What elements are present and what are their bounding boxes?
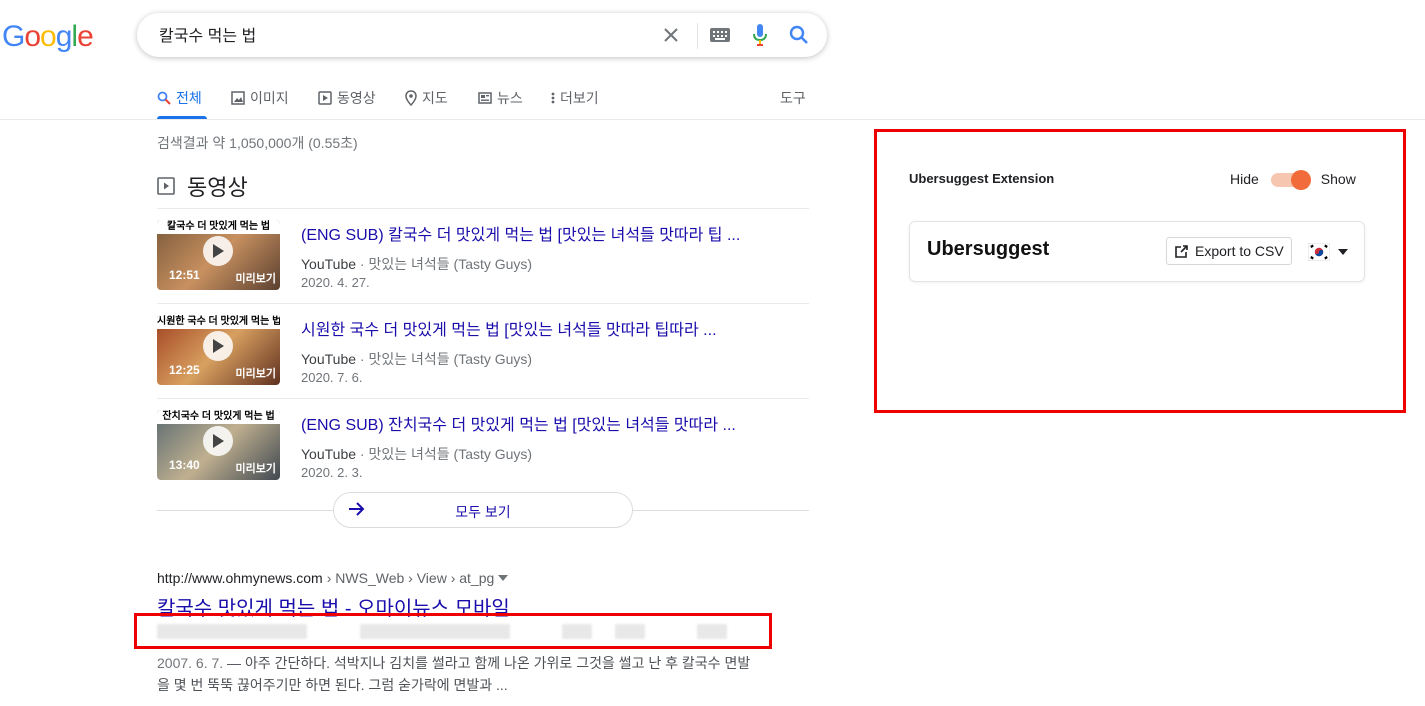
search-input[interactable] xyxy=(157,24,641,44)
header-divider xyxy=(0,119,1425,120)
result-snippet: 2007. 6. 7. — 아주 간단하다. 석박지나 김치를 썰라고 함께 나… xyxy=(157,652,752,696)
snippet-text: — 아주 간단하다. 석박지나 김치를 썰라고 함께 나온 가위로 그것을 썰고… xyxy=(157,655,751,693)
news-icon xyxy=(478,92,492,104)
search-divider xyxy=(697,23,698,49)
thumbnail-caption: 잔치국수 더 맛있게 먹는 법 xyxy=(157,410,280,424)
video-source: YouTube · 맛있는 녀석들 (Tasty Guys) xyxy=(301,256,533,272)
video-icon xyxy=(157,177,175,195)
thumbnail-tag: 미리보기 xyxy=(235,463,276,475)
search-icon xyxy=(157,91,171,105)
play-icon xyxy=(203,331,233,361)
google-logo[interactable]: Google xyxy=(2,20,94,54)
image-icon xyxy=(231,91,245,105)
result-domain: http://www.ohmynews.com xyxy=(157,570,323,586)
video-platform: YouTube xyxy=(301,351,357,367)
export-icon xyxy=(1175,244,1188,258)
tab-label: 더보기 xyxy=(560,90,599,106)
export-label: Export to CSV xyxy=(1195,243,1284,259)
tab-videos[interactable]: 동영상 xyxy=(318,88,376,108)
country-selector[interactable] xyxy=(1308,243,1348,261)
logo-letter: g xyxy=(55,20,73,53)
video-date: 2020. 7. 6. xyxy=(301,370,363,385)
toggle-knob xyxy=(1290,170,1311,190)
logo-letter: o xyxy=(24,20,41,53)
tab-label: 전체 xyxy=(176,90,202,106)
export-csv-button[interactable]: Export to CSV xyxy=(1166,237,1292,265)
thumbnail-tag: 미리보기 xyxy=(235,368,276,380)
video-platform: YouTube xyxy=(301,446,357,462)
search-icon[interactable] xyxy=(787,23,811,47)
extension-title: Ubersuggest Extension xyxy=(909,171,1055,186)
video-channel: 맛있는 녀석들 (Tasty Guys) xyxy=(368,446,533,462)
see-all-label: 모두 보기 xyxy=(455,504,511,520)
hide-label[interactable]: Hide xyxy=(1230,171,1259,187)
logo-letter: o xyxy=(40,20,57,53)
tab-maps[interactable]: 지도 xyxy=(405,88,448,108)
tab-label: 동영상 xyxy=(337,90,376,106)
tab-label: 이미지 xyxy=(250,90,289,106)
tab-label: 뉴스 xyxy=(497,90,523,106)
play-icon xyxy=(203,236,233,266)
snippet-date: 2007. 6. 7. xyxy=(157,655,224,671)
tab-more[interactable]: 더보기 xyxy=(551,88,599,108)
keyboard-icon[interactable] xyxy=(708,23,732,47)
video-date: 2020. 4. 27. xyxy=(301,275,370,290)
video-duration: 12:51 xyxy=(169,268,200,282)
see-all-button[interactable]: 모두 보기 xyxy=(333,492,633,528)
search-box xyxy=(137,13,827,57)
video-result[interactable]: 시원한 국수 더 맛있게 먹는 법 12:25 미리보기 시원한 국수 더 맛있… xyxy=(157,303,809,398)
thumbnail-caption: 칼국수 더 맛있게 먹는 법 xyxy=(157,220,280,234)
video-source: YouTube · 맛있는 녀석들 (Tasty Guys) xyxy=(301,446,533,462)
clear-icon[interactable] xyxy=(659,23,683,47)
caret-down-icon[interactable] xyxy=(498,575,509,581)
tab-news[interactable]: 뉴스 xyxy=(478,88,523,108)
tools-button[interactable]: 도구 xyxy=(780,88,806,108)
tab-images[interactable]: 이미지 xyxy=(231,88,289,108)
video-result[interactable]: 잔치국수 더 맛있게 먹는 법 13:40 미리보기 (ENG SUB) 잔치국… xyxy=(157,398,809,493)
kr-flag-icon xyxy=(1308,243,1330,261)
map-pin-icon xyxy=(405,90,417,106)
video-date: 2020. 2. 3. xyxy=(301,465,363,480)
tab-label: 지도 xyxy=(422,90,448,106)
thumbnail-tag: 미리보기 xyxy=(235,273,276,285)
toggle-switch[interactable] xyxy=(1269,170,1311,190)
videos-heading: 동영상 xyxy=(157,170,248,202)
logo-letter: e xyxy=(77,20,94,53)
videos-heading-label: 동영상 xyxy=(187,175,248,200)
video-title[interactable]: 시원한 국수 더 맛있게 먹는 법 [맛있는 녀석들 맛따라 팁따라 ... xyxy=(301,316,717,340)
more-vert-icon xyxy=(551,92,555,104)
video-title[interactable]: (ENG SUB) 칼국수 더 맛있게 먹는 법 [맛있는 녀석들 맛따라 팁 … xyxy=(301,221,740,245)
ubersuggest-brand: Ubersuggest xyxy=(927,238,1050,260)
logo-letter: G xyxy=(2,20,25,53)
video-channel: 맛있는 녀석들 (Tasty Guys) xyxy=(368,256,533,272)
result-url[interactable]: http://www.ohmynews.com › NWS_Web › View… xyxy=(157,570,509,586)
video-list: 칼국수 더 맛있게 먹는 법 12:51 미리보기 (ENG SUB) 칼국수 … xyxy=(157,208,809,493)
video-title[interactable]: (ENG SUB) 잔치국수 더 맛있게 먹는 법 [맛있는 녀석들 맛따라 .… xyxy=(301,411,736,435)
show-label[interactable]: Show xyxy=(1321,171,1356,187)
video-channel: 맛있는 녀석들 (Tasty Guys) xyxy=(368,351,533,367)
thumbnail-caption: 시원한 국수 더 맛있게 먹는 법 xyxy=(157,315,280,329)
video-thumbnail[interactable]: 잔치국수 더 맛있게 먹는 법 13:40 미리보기 xyxy=(157,410,280,480)
video-duration: 13:40 xyxy=(169,458,200,472)
video-platform: YouTube xyxy=(301,256,357,272)
visibility-toggle: Hide Show xyxy=(1230,170,1356,190)
tab-all[interactable]: 전체 xyxy=(157,88,202,108)
highlight-box xyxy=(134,613,772,649)
video-thumbnail[interactable]: 시원한 국수 더 맛있게 먹는 법 12:25 미리보기 xyxy=(157,315,280,385)
result-breadcrumb: › NWS_Web › View › at_pg xyxy=(326,570,495,586)
video-icon xyxy=(318,91,332,105)
video-result[interactable]: 칼국수 더 맛있게 먹는 법 12:51 미리보기 (ENG SUB) 칼국수 … xyxy=(157,208,809,303)
microphone-icon[interactable] xyxy=(748,23,772,47)
video-source: YouTube · 맛있는 녀석들 (Tasty Guys) xyxy=(301,351,533,367)
video-duration: 12:25 xyxy=(169,363,200,377)
play-icon xyxy=(203,426,233,456)
video-thumbnail[interactable]: 칼국수 더 맛있게 먹는 법 12:51 미리보기 xyxy=(157,220,280,290)
ubersuggest-card: Ubersuggest Export to CSV xyxy=(909,221,1365,282)
result-stats: 검색결과 약 1,050,000개 (0.55초) xyxy=(157,135,358,151)
caret-down-icon xyxy=(1338,249,1348,255)
